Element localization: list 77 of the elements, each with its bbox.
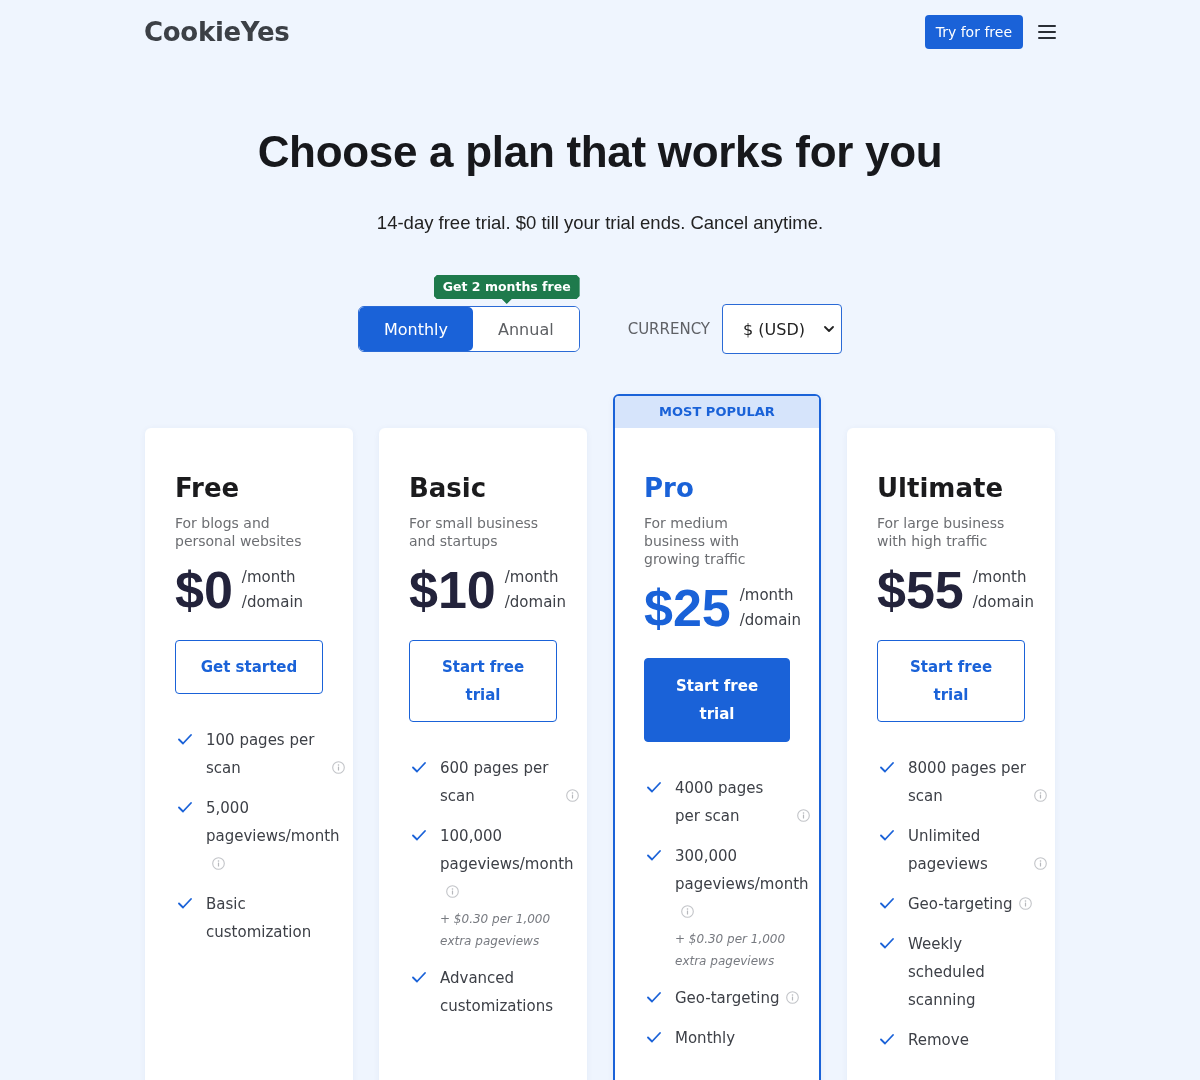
price-period: /domain	[739, 610, 801, 631]
price-period: /month	[504, 567, 560, 588]
info-icon[interactable]	[1034, 857, 1047, 870]
popular-badge: MOST POPULAR	[615, 396, 819, 428]
feature-text: 300,000 pageviews/month	[675, 846, 809, 895]
plan-cta-button[interactable]: Start free trial	[409, 640, 557, 722]
feature-text: Geo-targeting	[675, 988, 780, 1009]
plan-description: For large business with high traffic	[877, 514, 1006, 550]
feature-text: Weekly scheduled scanning	[908, 934, 986, 1011]
feature-text: 600 pages per scan	[440, 758, 550, 807]
plan-price: $55	[877, 562, 964, 618]
feature-text: 100,000 pageviews/month	[440, 826, 574, 875]
info-icon[interactable]	[1034, 789, 1047, 802]
plan-cta-button[interactable]: Start free trial	[644, 658, 790, 742]
feature-text: Monthly	[675, 1028, 736, 1049]
plan-price: $0	[175, 562, 233, 618]
info-icon[interactable]	[332, 761, 345, 774]
plan-cta-button[interactable]: Get started	[175, 640, 323, 694]
plan-description: For small business and startups	[409, 514, 540, 550]
offer-badge: Get 2 months free	[433, 275, 580, 304]
plan-name: Ultimate	[877, 472, 1005, 504]
menu-icon[interactable]	[1038, 25, 1056, 39]
plan-name: Pro	[644, 472, 695, 504]
feature-text: 100 pages per scan	[206, 730, 316, 779]
check-icon	[178, 898, 192, 909]
check-icon	[880, 830, 894, 841]
price-period: /month	[739, 585, 795, 606]
feature-text: 5,000 pageviews/month	[206, 798, 340, 847]
check-icon	[880, 762, 894, 773]
check-icon	[412, 762, 426, 773]
plan-price: $25	[644, 580, 731, 636]
price-period: /domain	[241, 592, 304, 613]
info-icon[interactable]	[212, 857, 225, 870]
plan-description: For blogs and personal websites	[175, 514, 303, 550]
check-icon	[178, 802, 192, 813]
billing-option[interactable]: Monthly	[358, 307, 474, 351]
feature-text: 4000 pages per scan	[675, 778, 765, 827]
plan-name: Free	[175, 472, 241, 504]
chevron-down-icon	[824, 326, 835, 332]
check-icon	[178, 734, 192, 745]
check-icon	[647, 992, 661, 1003]
check-icon	[647, 1032, 661, 1043]
try-free-button[interactable]: Try for free	[924, 15, 1023, 49]
feature-text: Remove	[908, 1030, 969, 1051]
price-period: /month	[972, 567, 1028, 588]
feature-text: 8000 pages per scan	[908, 758, 1027, 807]
feature-text: Unlimited pageviews	[908, 826, 989, 875]
feature-text: Geo-targeting	[908, 894, 1013, 915]
price-period: /month	[241, 567, 297, 588]
info-icon[interactable]	[566, 789, 579, 802]
check-icon	[880, 898, 894, 909]
info-icon[interactable]	[1018, 897, 1032, 910]
feature-text: Basic customization	[206, 894, 313, 943]
feature-note: + $0.30 per 1,000 extra pageviews	[675, 931, 787, 970]
check-icon	[412, 972, 426, 983]
feature-text: Advanced customizations	[440, 968, 555, 1017]
page-heading: Choose a plan that works for you	[256, 126, 944, 178]
price-period: /domain	[972, 592, 1034, 613]
plan-price: $10	[409, 562, 496, 618]
currency-select[interactable]: $ (USD)	[722, 304, 843, 354]
check-icon	[880, 938, 894, 949]
logo[interactable]: CookieYes	[144, 17, 290, 47]
info-icon[interactable]	[785, 991, 799, 1004]
check-icon	[647, 850, 661, 861]
info-icon[interactable]	[446, 885, 459, 898]
price-period: /domain	[504, 592, 566, 613]
check-icon	[880, 1034, 894, 1045]
check-icon	[412, 830, 426, 841]
plan-description: For medium business with growing traffic	[644, 514, 747, 568]
plan-name: Basic	[409, 472, 488, 504]
currency-label: CURRENCY	[627, 320, 711, 338]
check-icon	[647, 782, 661, 793]
page-subtitle: 14-day free trial. $0 till your trial ends. Cancel anytime.	[375, 211, 825, 235]
info-icon[interactable]	[681, 905, 694, 918]
feature-note: + $0.30 per 1,000 extra pageviews	[440, 911, 552, 950]
plan-cta-button[interactable]: Start free trial	[877, 640, 1025, 722]
info-icon[interactable]	[797, 809, 810, 822]
